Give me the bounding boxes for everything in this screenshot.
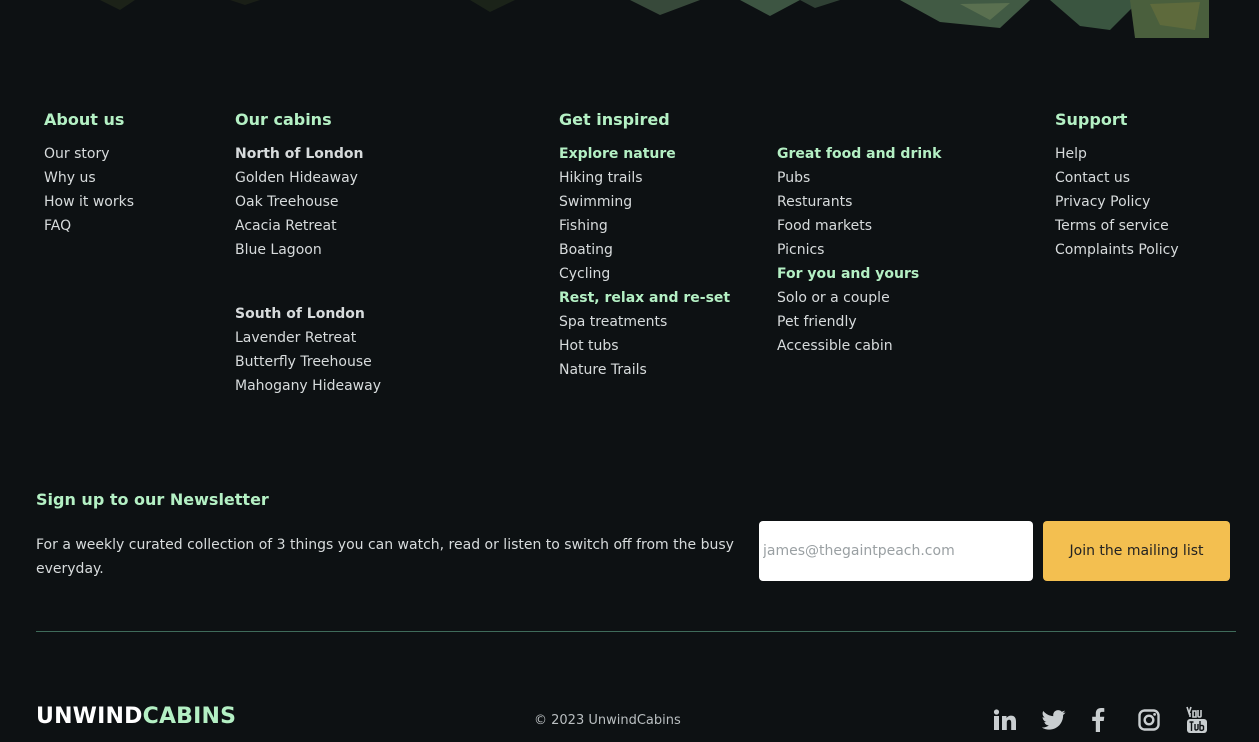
instagram-icon[interactable] <box>1134 705 1164 735</box>
facebook-icon[interactable] <box>1083 705 1113 735</box>
link-terms-of-service[interactable]: Terms of service <box>1055 214 1179 238</box>
get-inspired-heading: Get inspired <box>559 110 670 129</box>
link-hot-tubs[interactable]: Hot tubs <box>559 334 730 358</box>
link-cycling[interactable]: Cycling <box>559 262 730 286</box>
logo-part-cabins: CABINS <box>142 704 237 729</box>
support-links: Help Contact us Privacy Policy Terms of … <box>1055 142 1179 262</box>
link-blue-lagoon[interactable]: Blue Lagoon <box>235 238 363 262</box>
footer: About us Our story Why us How it works F… <box>0 0 1259 742</box>
explore-nature-heading[interactable]: Explore nature <box>559 142 730 166</box>
link-food-markets[interactable]: Food markets <box>777 214 941 238</box>
inspired-links-left: Explore nature Hiking trails Swimming Fi… <box>559 142 730 382</box>
north-of-london-heading[interactable]: North of London <box>235 142 363 166</box>
link-contact-us[interactable]: Contact us <box>1055 166 1179 190</box>
link-complaints-policy[interactable]: Complaints Policy <box>1055 238 1179 262</box>
south-of-london-heading[interactable]: South of London <box>235 302 381 326</box>
support-heading: Support <box>1055 110 1128 129</box>
link-pet-friendly[interactable]: Pet friendly <box>777 310 941 334</box>
about-us-links: Our story Why us How it works FAQ <box>44 142 134 238</box>
link-fishing[interactable]: Fishing <box>559 214 730 238</box>
newsletter-title: Sign up to our Newsletter <box>36 490 269 509</box>
link-our-story[interactable]: Our story <box>44 142 134 166</box>
copyright-text: © 2023 UnwindCabins <box>534 713 681 728</box>
newsletter-email-input[interactable] <box>759 521 1033 581</box>
link-butterfly-treehouse[interactable]: Butterfly Treehouse <box>235 350 381 374</box>
youtube-icon[interactable] <box>1182 705 1212 735</box>
logo-part-unwind: UNWIND <box>36 704 143 729</box>
link-picnics[interactable]: Picnics <box>777 238 941 262</box>
link-restaurants[interactable]: Resturants <box>777 190 941 214</box>
newsletter-description: For a weekly curated collection of 3 thi… <box>36 537 734 577</box>
link-solo-or-couple[interactable]: Solo or a couple <box>777 286 941 310</box>
link-help[interactable]: Help <box>1055 142 1179 166</box>
twitter-icon[interactable] <box>1039 705 1069 735</box>
about-us-heading: About us <box>44 110 125 129</box>
unwind-cabins-logo[interactable]: UNWINDCABINS <box>36 704 236 729</box>
link-spa-treatments[interactable]: Spa treatments <box>559 310 730 334</box>
link-lavender-retreat[interactable]: Lavender Retreat <box>235 326 381 350</box>
link-nature-trails[interactable]: Nature Trails <box>559 358 730 382</box>
join-mailing-list-button[interactable]: Join the mailing list <box>1043 521 1230 581</box>
link-swimming[interactable]: Swimming <box>559 190 730 214</box>
inspired-links-right: Great food and drink Pubs Resturants Foo… <box>777 142 941 358</box>
link-hiking-trails[interactable]: Hiking trails <box>559 166 730 190</box>
rest-relax-heading[interactable]: Rest, relax and re-set <box>559 286 730 310</box>
footer-divider <box>36 631 1236 632</box>
link-oak-treehouse[interactable]: Oak Treehouse <box>235 190 363 214</box>
linkedin-icon[interactable] <box>990 705 1020 735</box>
link-accessible-cabin[interactable]: Accessible cabin <box>777 334 941 358</box>
hero-image-bottom-edge <box>0 0 1259 38</box>
link-golden-hideaway[interactable]: Golden Hideaway <box>235 166 363 190</box>
link-boating[interactable]: Boating <box>559 238 730 262</box>
link-faq[interactable]: FAQ <box>44 214 134 238</box>
link-privacy-policy[interactable]: Privacy Policy <box>1055 190 1179 214</box>
link-how-it-works[interactable]: How it works <box>44 190 134 214</box>
great-food-heading[interactable]: Great food and drink <box>777 142 941 166</box>
south-london-cabins: South of London Lavender Retreat Butterf… <box>235 302 381 398</box>
for-you-and-yours-heading[interactable]: For you and yours <box>777 262 941 286</box>
link-pubs[interactable]: Pubs <box>777 166 941 190</box>
link-why-us[interactable]: Why us <box>44 166 134 190</box>
our-cabins-heading: Our cabins <box>235 110 332 129</box>
north-london-cabins: North of London Golden Hideaway Oak Tree… <box>235 142 363 262</box>
link-mahogany-hideaway[interactable]: Mahogany Hideaway <box>235 374 381 398</box>
link-acacia-retreat[interactable]: Acacia Retreat <box>235 214 363 238</box>
